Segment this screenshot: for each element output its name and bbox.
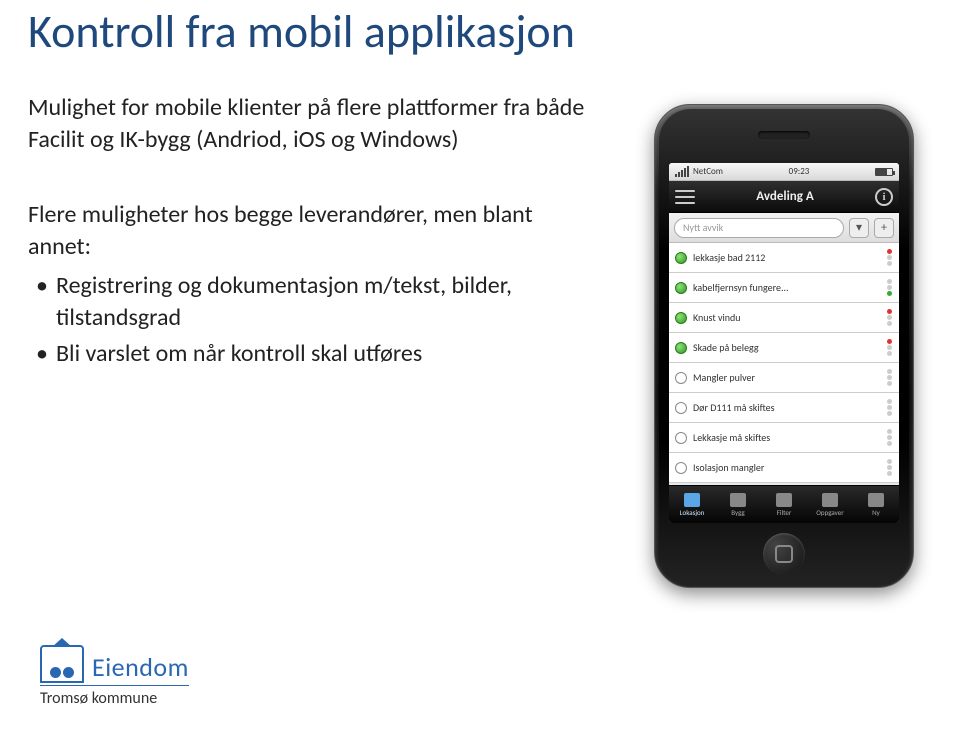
traffic-light-icon [887,339,893,356]
tab-icon [730,493,746,507]
home-button[interactable] [763,533,805,575]
tab-icon [684,493,700,507]
search-input[interactable]: Nytt avvik [674,218,844,238]
row-text: Skade på belegg [693,341,881,354]
add-button[interactable]: + [874,218,894,238]
bullet-item: Bli varslet om når kontroll skal utføres [28,338,588,370]
list-item[interactable]: Lekkasje må skiftes [669,423,899,453]
list-item[interactable]: Dør D111 må skiftes [669,393,899,423]
traffic-light-icon [887,429,893,446]
tab-bar: Lokasjon Bygg Filter Oppgaver Ny [669,485,899,523]
traffic-light-icon [887,399,893,416]
tab-item[interactable]: Filter [761,486,807,523]
menu-icon[interactable] [675,190,695,204]
tab-item[interactable]: Oppgaver [807,486,853,523]
status-dot [675,462,687,474]
status-bar: NetCom 09:23 [669,163,899,181]
logo-icon [40,645,84,683]
row-text: Isolasjon mangler [693,461,881,474]
logo-block: Eiendom Tromsø kommune [40,645,189,708]
tab-label: Ny [872,508,880,517]
status-dot [675,402,687,414]
dropdown-button[interactable]: ▾ [849,218,869,238]
app-header: Avdeling A i [669,181,899,213]
tab-icon [868,493,884,507]
battery-icon [875,168,893,176]
tab-label: Lokasjon [680,508,705,517]
row-text: Knust vindu [693,311,881,324]
list-item[interactable]: Isolasjon mangler [669,453,899,483]
intro-paragraph: Mulighet for mobile klienter på flere pl… [28,92,588,157]
tab-icon [776,493,792,507]
row-text: Dør D111 må skiftes [693,401,881,414]
list-item[interactable]: Mangler pulver [669,363,899,393]
status-dot [675,372,687,384]
search-row: Nytt avvik ▾ + [669,213,899,243]
row-text: Mangler pulver [693,371,881,384]
tab-item[interactable]: Lokasjon [669,486,715,523]
tab-label: Oppgaver [816,508,843,517]
brand-name: Eiendom [92,651,189,683]
item-list: lekkasje bad 2112 kabelfjernsyn fungere..… [669,243,899,485]
tab-label: Filter [777,508,792,517]
list-item[interactable]: lekkasje bad 2112 [669,243,899,273]
list-item[interactable]: kabelfjernsyn fungere... [669,273,899,303]
status-dot [675,312,687,324]
row-text: lekkasje bad 2112 [693,251,881,264]
status-dot [675,282,687,294]
traffic-light-icon [887,279,893,296]
status-dot [675,432,687,444]
list-item[interactable]: Skade på belegg [669,333,899,363]
tab-label: Bygg [731,508,744,517]
bullet-list: Registrering og dokumentasjon m/tekst, b… [28,270,588,371]
tab-item[interactable]: Ny [853,486,899,523]
sub-heading: Flere muligheter hos begge leverandører,… [28,199,588,264]
info-icon[interactable]: i [875,188,893,206]
slide-title: Kontroll fra mobil applikasjon [28,4,932,60]
row-text: kabelfjernsyn fungere... [693,281,881,294]
traffic-light-icon [887,369,893,386]
traffic-light-icon [887,309,893,326]
phone-screen: NetCom 09:23 Avdeling A i Nytt avvik ▾ +… [669,163,899,523]
carrier-label: NetCom [693,166,723,177]
traffic-light-icon [887,459,893,476]
tab-icon [822,493,838,507]
status-dot [675,342,687,354]
phone-speaker [758,131,810,139]
clock-label: 09:23 [789,166,810,177]
phone-mockup: NetCom 09:23 Avdeling A i Nytt avvik ▾ +… [654,104,914,588]
tab-item[interactable]: Bygg [715,486,761,523]
app-title: Avdeling A [756,189,813,204]
list-item[interactable]: Knust vindu [669,303,899,333]
row-text: Lekkasje må skiftes [693,431,881,444]
status-dot [675,252,687,264]
bullet-item: Registrering og dokumentasjon m/tekst, b… [28,270,588,335]
signal-icon [675,166,689,177]
traffic-light-icon [887,249,893,266]
brand-org: Tromsø kommune [40,685,189,708]
